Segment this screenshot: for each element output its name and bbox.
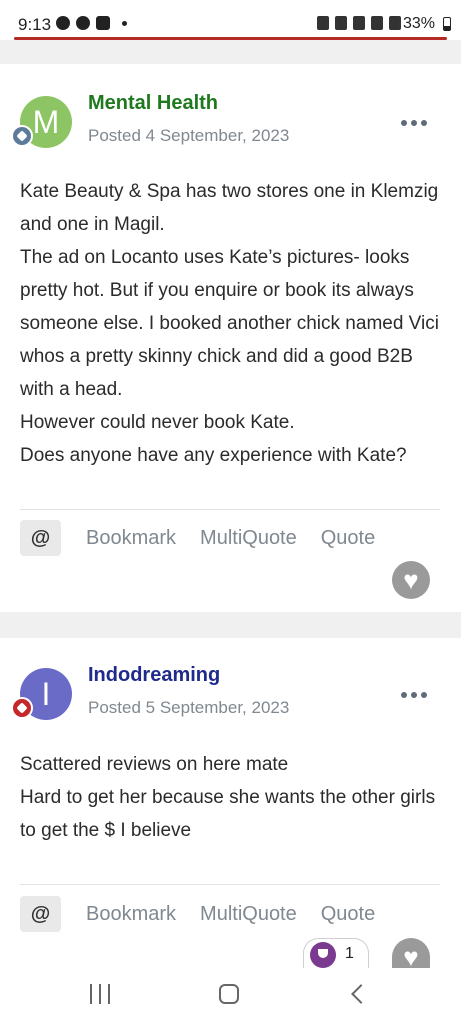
post-paragraph: Does anyone have any experience with Kat… — [20, 445, 407, 466]
post-date: Posted 4 September, 2023 — [88, 126, 290, 145]
post-body: Scattered reviews on here mate Hard to g… — [20, 748, 445, 847]
post-paragraph: The ad on Locanto uses Kate’s pictures- … — [20, 247, 439, 400]
mention-button[interactable]: @ — [20, 896, 61, 932]
divider — [20, 884, 440, 885]
more-icon[interactable] — [401, 692, 427, 698]
post-paragraph: However could never book Kate. — [20, 412, 295, 433]
mute-icon — [353, 16, 365, 30]
quote-button[interactable]: Quote — [321, 527, 375, 550]
quote-button[interactable]: Quote — [321, 903, 375, 926]
wifi-icon — [371, 16, 383, 30]
home-icon[interactable] — [219, 984, 239, 1004]
more-icon[interactable] — [401, 120, 427, 126]
divider — [20, 509, 440, 510]
mention-button[interactable]: @ — [20, 520, 61, 556]
bluetooth-icon — [335, 16, 347, 30]
chat-icon — [56, 16, 70, 30]
back-icon[interactable] — [351, 984, 371, 1004]
multiquote-button[interactable]: MultiQuote — [200, 903, 297, 926]
telegram-icon — [76, 16, 90, 30]
post-paragraph: Scattered reviews on here mate — [20, 754, 289, 775]
recents-icon[interactable] — [90, 984, 110, 1004]
trophy-icon — [310, 942, 336, 968]
instagram-icon — [96, 16, 110, 30]
rank-badge-icon — [11, 125, 33, 147]
battery-percentage: 33% — [402, 15, 435, 32]
navigation-bar — [0, 968, 461, 1024]
reaction-summary[interactable]: 1 — [303, 938, 369, 968]
status-bar: 9:13 33% — [0, 0, 461, 40]
author-name[interactable]: Indodreaming — [88, 664, 220, 687]
author-name[interactable]: Mental Health — [88, 92, 218, 115]
alarm-icon — [317, 16, 329, 30]
forum-post: I Indodreaming Posted 5 September, 2023 … — [0, 638, 461, 975]
post-body: Kate Beauty & Spa has two stores one in … — [20, 175, 445, 472]
status-time: 9:13 — [18, 15, 52, 34]
notification-icons — [56, 16, 127, 30]
post-paragraph: Kate Beauty & Spa has two stores one in … — [20, 181, 439, 235]
bookmark-button[interactable]: Bookmark — [86, 527, 176, 550]
bookmark-button[interactable]: Bookmark — [86, 903, 176, 926]
post-actions: @ Bookmark MultiQuote Quote — [20, 896, 399, 932]
multiquote-button[interactable]: MultiQuote — [200, 527, 297, 550]
heart-icon[interactable] — [392, 938, 430, 975]
post-date: Posted 5 September, 2023 — [88, 698, 290, 717]
rank-badge-icon — [11, 697, 33, 719]
post-paragraph: Hard to get her because she wants the ot… — [20, 787, 436, 841]
reaction-count: 1 — [345, 945, 354, 962]
more-notifications-icon — [122, 20, 127, 26]
signal-icon — [389, 16, 401, 30]
battery-icon — [443, 17, 451, 31]
heart-icon[interactable] — [392, 561, 430, 599]
system-icons — [317, 16, 401, 30]
forum-post: M Mental Health Posted 4 September, 2023… — [0, 64, 461, 612]
post-actions: @ Bookmark MultiQuote Quote — [20, 520, 399, 556]
page-progress-line — [14, 37, 447, 40]
